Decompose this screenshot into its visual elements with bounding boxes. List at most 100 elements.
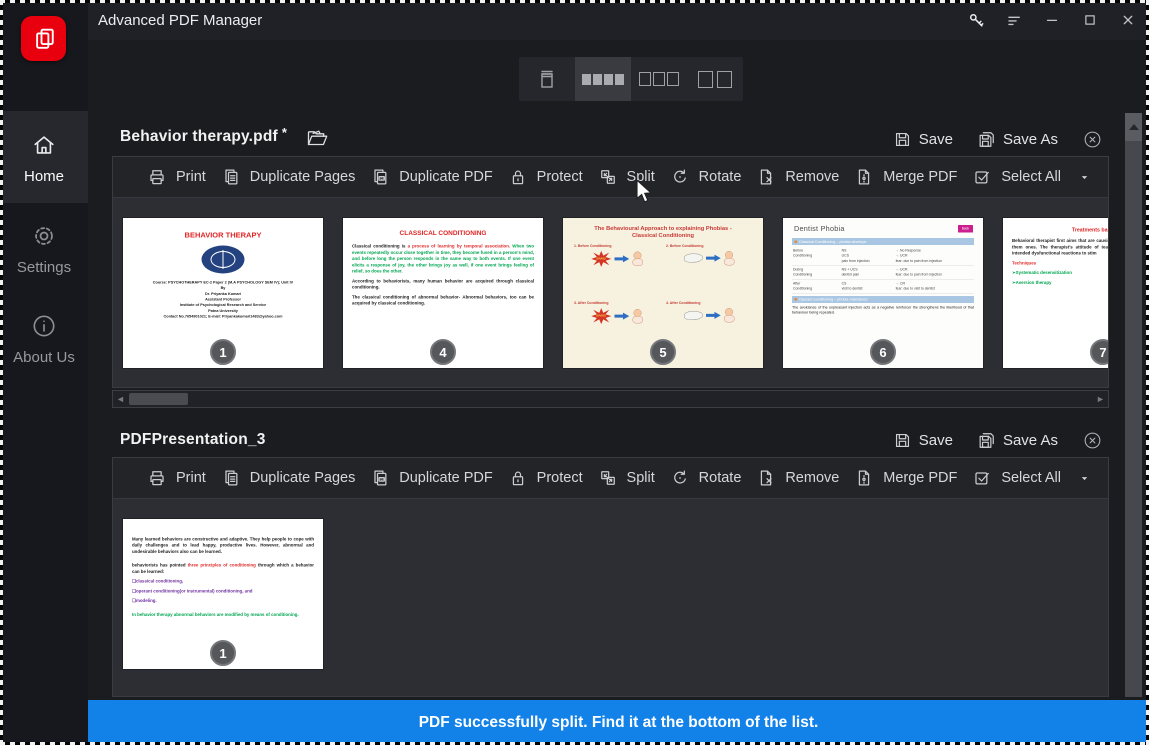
arrow-icon	[614, 255, 629, 263]
page-thumbnail[interactable]: Many learned behaviors are constructive …	[123, 519, 323, 669]
menu-icon[interactable]	[1001, 7, 1027, 33]
slide-paragraph: ❑modeling.	[132, 598, 314, 604]
document-name-group: PDFPresentation_3	[120, 431, 266, 449]
page-number-badge: 5	[650, 339, 676, 365]
duplicate-pages-icon	[221, 468, 241, 488]
toolbar-button-remove[interactable]: Remove	[756, 167, 839, 187]
page-thumbnail[interactable]: The Behavioural Approach to explaining P…	[563, 218, 763, 368]
sidebar-item-about-us[interactable]: About Us	[0, 312, 88, 390]
view-mode-three-up[interactable]	[631, 57, 687, 101]
view-mode-page-list[interactable]	[519, 57, 575, 101]
toolbar-button-label: Duplicate PDF	[399, 169, 492, 185]
slide-paragraph: Behavioral therapist first aims that are…	[1012, 238, 1108, 257]
svg-text:PDF: PDF	[379, 477, 385, 481]
toolbar-overflow-button[interactable]	[1076, 472, 1094, 485]
save-as-button[interactable]: Save As	[977, 431, 1058, 450]
toolbar-button-print[interactable]: Print	[147, 468, 206, 488]
scroll-up-icon[interactable]	[1125, 113, 1142, 141]
caret-down-icon	[1078, 472, 1091, 485]
page-thumbnail[interactable]: CLASSICAL CONDITIONINGClassical conditio…	[343, 218, 543, 368]
toolbar-button-remove[interactable]: Remove	[756, 468, 839, 488]
horizontal-scrollbar[interactable]: ◄ ►	[112, 390, 1109, 408]
merge-pdf-icon	[854, 167, 874, 187]
document-toolbar: Print Duplicate Pages PDFDuplicate PDF Prot…	[113, 157, 1108, 197]
view-mode-four-up[interactable]	[575, 57, 631, 101]
thumbnail-strip: BEHAVIOR THERAPYCourse: PSYCHOTHERAPY EC…	[113, 197, 1108, 387]
merge-pdf-icon	[854, 468, 874, 488]
gear-icon	[30, 222, 58, 250]
close-document-button[interactable]	[1082, 129, 1103, 150]
slide-title: The Behavioural Approach to explaining P…	[572, 225, 754, 239]
rotate-icon	[670, 468, 690, 488]
print-icon	[147, 468, 167, 488]
rat-icon	[684, 254, 703, 263]
toolbar-button-split[interactable]: Split	[598, 167, 655, 187]
toolbar-button-duplicate-pages[interactable]: Duplicate Pages	[221, 167, 356, 187]
toolbar-button-label: Rotate	[699, 169, 742, 185]
close-circle-icon	[1082, 129, 1103, 150]
horizontal-scrollbar-thumb[interactable]	[129, 393, 188, 405]
slide-title: CLASSICAL CONDITIONING	[352, 229, 534, 237]
diagram-quadrant: 3. After ConditioningBANG!	[572, 301, 662, 356]
page-number-badge: 1	[210, 339, 236, 365]
select-all-icon	[972, 468, 992, 488]
maximize-icon[interactable]	[1077, 7, 1103, 33]
view-mode-two-up[interactable]	[687, 57, 743, 101]
toolbar-button-split[interactable]: Split	[598, 468, 655, 488]
toolbar-button-merge-pdf[interactable]: Merge PDF	[854, 167, 957, 187]
page-thumbnail[interactable]: Dentist PhobiaBackClassical Conditioning…	[783, 218, 983, 368]
toolbar-button-merge-pdf[interactable]: Merge PDF	[854, 468, 957, 488]
spacer	[572, 218, 754, 225]
toolbar-button-rotate[interactable]: Rotate	[670, 167, 742, 187]
page-thumbnail[interactable]: BEHAVIOR THERAPYCourse: PSYCHOTHERAPY EC…	[123, 218, 323, 368]
slide-header: Dentist PhobiaBack	[792, 224, 974, 236]
save-button[interactable]: Save	[893, 431, 953, 450]
duplicate-pages-icon	[221, 167, 241, 187]
save-as-button[interactable]: Save As	[977, 130, 1058, 149]
toolbar-button-protect[interactable]: Protect	[508, 167, 583, 187]
key-icon[interactable]	[963, 7, 989, 33]
slide-text-line: Contact No.7654901021; E-mail: Priyankak…	[132, 314, 314, 320]
close-document-button[interactable]	[1082, 430, 1103, 451]
slide-title: BEHAVIOR THERAPY	[132, 231, 314, 240]
toolbar-button-duplicate-pdf[interactable]: PDFDuplicate PDF	[370, 468, 492, 488]
toolbar-button-print[interactable]: Print	[147, 167, 206, 187]
toolbar-button-rotate[interactable]: Rotate	[670, 468, 742, 488]
toolbar-button-label: Remove	[785, 169, 839, 185]
close-icon[interactable]	[1115, 7, 1141, 33]
sidebar: Home Settings About Us	[0, 0, 88, 745]
toolbar-button-protect[interactable]: Protect	[508, 468, 583, 488]
baby-icon	[632, 252, 643, 267]
save-label: Save	[919, 432, 953, 449]
scroll-right-icon[interactable]: ►	[1093, 391, 1108, 407]
document-toolbar: Print Duplicate Pages PDFDuplicate PDF Prot…	[113, 458, 1108, 498]
section-band: Operant conditioning – phobia maintained	[792, 296, 974, 303]
vertical-scrollbar[interactable]	[1125, 113, 1142, 697]
document-actions: Save Save As	[893, 430, 1103, 451]
document-header: Behavior therapy.pdf*SaveSave As	[112, 122, 1109, 156]
open-file-button[interactable]	[305, 126, 329, 150]
page-thumbnail[interactable]: Treatments based on ClaBehavioral therap…	[1003, 218, 1108, 368]
toolbar-overflow-button[interactable]	[1076, 171, 1094, 184]
save-button[interactable]: Save	[893, 130, 953, 149]
sidebar-item-home[interactable]: Home	[0, 111, 88, 203]
diagram-quadrant: 2. Before Conditioning	[664, 243, 754, 298]
diagram-quadrant: 1. Before ConditioningBANG!	[572, 243, 662, 298]
toolbar-button-select-all[interactable]: Select All	[972, 468, 1061, 488]
back-button: Back	[958, 225, 973, 233]
info-icon	[30, 312, 58, 340]
baby-icon	[632, 309, 643, 324]
window-title: Advanced PDF Manager	[98, 12, 262, 29]
modified-marker: *	[282, 128, 287, 138]
toolbar-button-duplicate-pages[interactable]: Duplicate Pages	[221, 468, 356, 488]
minimize-icon[interactable]	[1039, 7, 1065, 33]
toolbar-button-duplicate-pdf[interactable]: PDFDuplicate PDF	[370, 167, 492, 187]
toolbar-button-select-all[interactable]: Select All	[972, 167, 1061, 187]
toolbar-button-label: Select All	[1001, 169, 1061, 185]
sidebar-item-settings[interactable]: Settings	[0, 222, 88, 300]
toolbar-button-label: Print	[176, 470, 206, 486]
slide-paragraph: ❑classical conditioning,	[132, 578, 314, 584]
document-panel: Print Duplicate Pages PDFDuplicate PDF Prot…	[112, 156, 1109, 388]
toolbar-button-label: Print	[176, 169, 206, 185]
scroll-left-icon[interactable]: ◄	[113, 391, 128, 407]
